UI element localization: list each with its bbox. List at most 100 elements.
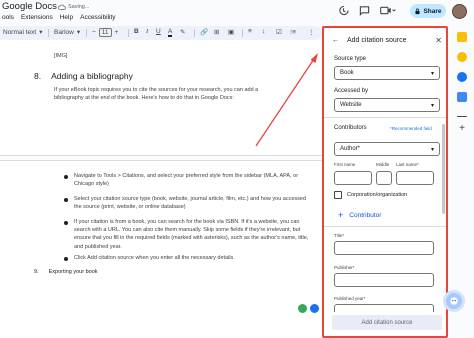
section-title: Adding a bibliography	[51, 71, 133, 81]
list-item: If your citation is from a book, you can…	[74, 219, 309, 250]
toolbar-divider	[242, 29, 243, 37]
text-color-icon[interactable]: A	[168, 28, 173, 37]
menu-tools[interactable]: ools	[2, 14, 14, 21]
plus-icon: +	[338, 210, 344, 220]
document-area[interactable]: [IMG] 8. Adding a bibliography If your e…	[0, 40, 322, 338]
highlight-icon[interactable]: ✎	[180, 28, 185, 36]
menu-help[interactable]: Help	[60, 14, 73, 21]
share-label: Share	[423, 7, 442, 15]
img-placeholder: [IMG]	[54, 53, 68, 59]
dropdown-arrow-icon: ▾	[430, 146, 434, 153]
link-icon[interactable]: 🔗	[200, 28, 208, 36]
chevron-down-icon: ▾	[76, 29, 81, 36]
share-button[interactable]: Share	[410, 4, 446, 18]
minus-icon[interactable]: −	[92, 29, 96, 36]
source-type-label: Source type	[334, 56, 367, 62]
italic-icon[interactable]: I	[146, 28, 148, 35]
meet-icon[interactable]	[378, 3, 398, 17]
published-year-label: Published year*	[334, 296, 366, 301]
bulleted-list-icon[interactable]: ⁝≡	[290, 28, 296, 36]
cloud-sync-icon	[58, 4, 66, 10]
toolbar-divider	[194, 29, 195, 37]
section-number: 9.	[34, 269, 39, 275]
assistant-icon[interactable]	[443, 290, 465, 312]
style-select[interactable]: Normal text ▾	[3, 28, 43, 37]
middle-name-field[interactable]	[376, 171, 392, 185]
last-name-label: Last name*	[396, 162, 419, 167]
font-size-control[interactable]: − 11 +	[92, 28, 118, 37]
avatar[interactable]	[452, 4, 467, 19]
section-8-body: If your eBook topic requires you to cite…	[54, 87, 259, 102]
comments-icon[interactable]	[357, 3, 371, 17]
accessed-by-select[interactable]: Website ▾	[334, 98, 440, 112]
source-type-value: Book	[340, 70, 354, 76]
source-type-select[interactable]: Book ▾	[334, 66, 440, 80]
font-size-value[interactable]: 11	[98, 28, 112, 37]
middle-label: Middle	[376, 162, 390, 167]
panel-header: ← Add citation source ✕	[332, 34, 442, 46]
more-options-icon[interactable]: ⋮	[308, 28, 315, 36]
contributors-label: Contributors	[334, 125, 367, 131]
section-title: Exporting your book	[48, 269, 98, 275]
bullet-dot	[64, 175, 68, 179]
add-contributor-label: Contributor	[349, 211, 382, 219]
bullet-dot	[64, 257, 68, 261]
menu-extensions[interactable]: Extensions	[21, 14, 53, 21]
contacts-icon[interactable]	[457, 72, 467, 82]
last-name-field[interactable]	[396, 171, 434, 185]
document-page[interactable]: [IMG] 8. Adding a bibliography If your e…	[0, 40, 322, 156]
image-icon[interactable]: ▣	[228, 28, 234, 36]
first-name-label: First name	[334, 162, 356, 167]
list-item: Navigate to Tools > Citations, and selec…	[74, 173, 299, 188]
dropdown-arrow-icon: ▾	[430, 70, 434, 77]
document-page[interactable]: Navigate to Tools > Citations, and selec…	[0, 160, 322, 338]
back-arrow-icon[interactable]: ←	[332, 37, 339, 44]
line-spacing-icon[interactable]: ↕	[262, 28, 265, 35]
corporation-checkbox[interactable]	[334, 191, 342, 199]
doc-title[interactable]: Google Docs	[2, 1, 57, 12]
close-icon[interactable]: ✕	[435, 36, 442, 45]
published-year-field[interactable]	[334, 304, 434, 312]
plus-icon[interactable]: +	[115, 29, 119, 36]
publisher-field[interactable]	[334, 273, 434, 287]
section-9-heading: 9. Exporting your book	[34, 269, 98, 275]
section-divider	[324, 226, 446, 227]
panel-title: Add citation source	[347, 36, 407, 44]
format-toolbar: Normal text ▾ Barlow ▾ − 11 + B I U A ✎ …	[0, 26, 322, 40]
explore-icon[interactable]	[310, 304, 319, 313]
saving-status: Saving...	[58, 4, 89, 10]
contributor-role-select[interactable]: Author* ▾	[334, 142, 440, 156]
keep-icon[interactable]	[457, 32, 467, 42]
accessed-by-value: Website	[340, 102, 362, 108]
align-icon[interactable]: ≡	[248, 28, 252, 35]
tasks-icon[interactable]	[457, 52, 467, 62]
bullet-dot	[64, 198, 68, 202]
chevron-down-icon: ▾	[39, 29, 43, 36]
saving-text: Saving...	[68, 4, 90, 10]
add-comment-icon[interactable]: ⊞	[214, 28, 219, 36]
add-citation-source-label: Add citation source	[361, 319, 413, 326]
title-field[interactable]	[334, 241, 434, 255]
list-item: Click Add citation source when you enter…	[74, 255, 235, 261]
toolbar-divider	[86, 29, 87, 37]
menu-accessibility[interactable]: Accessibility	[80, 14, 115, 21]
history-icon[interactable]	[336, 3, 350, 17]
checklist-icon[interactable]: ☑	[276, 28, 282, 36]
add-contributor-button[interactable]: + Contributor	[338, 210, 381, 220]
add-citation-source-button[interactable]: Add citation source	[332, 315, 442, 330]
publisher-label: Publisher*	[334, 265, 355, 270]
section-divider	[324, 117, 446, 118]
panel-scrollbar[interactable]	[442, 124, 445, 214]
font-select[interactable]: Barlow ▾	[54, 28, 81, 37]
add-icon[interactable]: +	[457, 124, 467, 134]
location-pin-icon[interactable]	[298, 304, 307, 313]
bold-icon[interactable]: B	[134, 28, 139, 35]
first-name-field[interactable]	[334, 171, 372, 185]
section-8-heading: 8. Adding a bibliography	[34, 71, 133, 81]
top-icons	[336, 3, 398, 17]
corporation-label: Corporation/organization	[347, 192, 408, 198]
calendar-icon[interactable]	[457, 92, 467, 102]
toolbar-divider	[48, 29, 49, 37]
accessed-by-label: Accessed by	[334, 88, 369, 94]
underline-icon[interactable]: U	[156, 28, 161, 35]
